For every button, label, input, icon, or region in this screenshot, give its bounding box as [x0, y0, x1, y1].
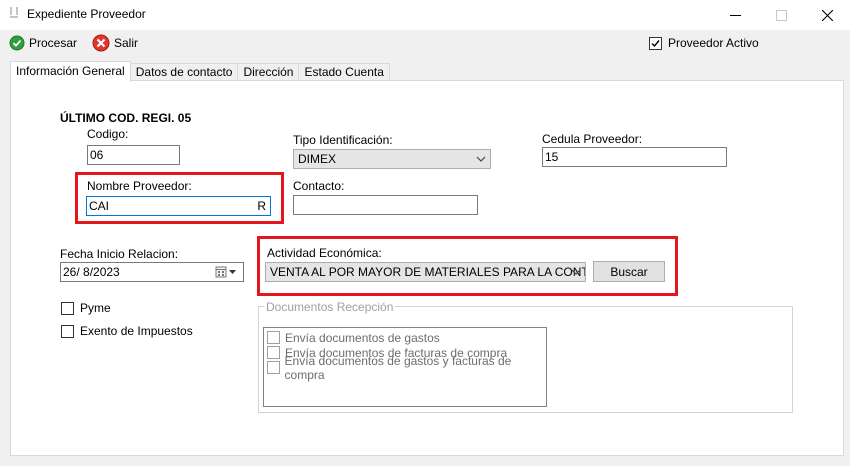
cedula-label: Cedula Proveedor:: [542, 132, 643, 146]
checkmark-icon: [651, 39, 660, 47]
nombre-label: Nombre Proveedor:: [87, 179, 192, 193]
proveedor-activo-box[interactable]: [649, 36, 662, 50]
cedula-input[interactable]: 15: [542, 147, 727, 167]
nombre-value: CAI: [89, 199, 110, 213]
nombre-input[interactable]: CAI R: [86, 196, 271, 216]
actividad-select[interactable]: VENTA AL POR MAYOR DE MATERIALES PARA LA…: [265, 262, 586, 282]
chevron-down-icon: [476, 156, 486, 162]
codigo-input[interactable]: 06: [87, 145, 180, 165]
fecha-label: Fecha Inicio Relacion:: [60, 247, 179, 261]
proveedor-activo-label: Proveedor Activo: [668, 36, 759, 50]
chevron-down-icon: [571, 269, 581, 275]
fecha-datepicker[interactable]: 26/ 8/2023: [60, 262, 244, 282]
contacto-input[interactable]: [293, 195, 478, 215]
actividad-value: VENTA AL POR MAYOR DE MATERIALES PARA LA…: [270, 265, 586, 279]
procesar-button[interactable]: Procesar: [9, 33, 77, 53]
app-icon: [10, 7, 18, 18]
calendar-icon[interactable]: [215, 266, 237, 278]
proveedor-activo-checkbox[interactable]: Proveedor Activo: [649, 36, 759, 50]
list-item-label: Envía documentos de gastos: [285, 330, 440, 345]
codigo-label: Codigo:: [87, 127, 129, 141]
check-circle-icon: [9, 35, 25, 51]
close-icon: [821, 9, 833, 21]
list-item-label: Envía documentos de gastos y facturas de…: [284, 353, 512, 382]
salir-button[interactable]: Salir: [92, 33, 138, 53]
exento-label: Exento de Impuestos: [80, 324, 193, 338]
pyme-label: Pyme: [80, 301, 111, 315]
salir-label: Salir: [114, 36, 139, 50]
nombre-suffix: R: [257, 199, 266, 213]
exento-checkbox[interactable]: Exento de Impuestos: [61, 324, 193, 338]
documentos-list[interactable]: Envía documentos de gastos Envía documen…: [263, 327, 547, 407]
contacto-label: Contacto:: [293, 179, 345, 193]
pyme-checkbox[interactable]: Pyme: [61, 301, 111, 315]
list-item[interactable]: Envía documentos de gastos: [267, 330, 543, 345]
maximize-icon: [775, 9, 787, 21]
minimize-button[interactable]: [712, 0, 758, 30]
list-item[interactable]: Envía documentos de gastos y facturas de…: [267, 354, 543, 382]
close-button[interactable]: [804, 0, 850, 30]
tab-strip: Información General Datos de contacto Di…: [10, 61, 390, 82]
actividad-label: Actividad Económica:: [267, 246, 382, 260]
documento-ambos-box[interactable]: [267, 361, 280, 374]
tipo-identificacion-select[interactable]: DIMEX: [293, 149, 491, 169]
maximize-button[interactable]: [758, 0, 804, 30]
exit-x-icon: [92, 34, 110, 52]
documentos-legend: Documentos Recepción: [264, 300, 396, 314]
buscar-button[interactable]: Buscar: [593, 261, 665, 282]
fecha-value: 26/ 8/2023: [63, 265, 120, 279]
tab-informacion-general[interactable]: Información General: [10, 61, 131, 82]
ultimo-cod-label: ÚLTIMO COD. REGI. 05: [60, 111, 192, 125]
title-bar: Expediente Proveedor: [0, 0, 850, 30]
tipo-identificacion-label: Tipo Identificación:: [293, 133, 393, 147]
window-title: Expediente Proveedor: [27, 7, 146, 21]
procesar-label: Procesar: [29, 36, 78, 50]
exento-box[interactable]: [61, 324, 74, 338]
pyme-box[interactable]: [61, 301, 74, 315]
documento-gastos-box[interactable]: [267, 331, 280, 344]
minimize-icon: [729, 14, 741, 16]
documento-facturas-box[interactable]: [267, 346, 280, 359]
tipo-identificacion-value: DIMEX: [298, 152, 337, 166]
